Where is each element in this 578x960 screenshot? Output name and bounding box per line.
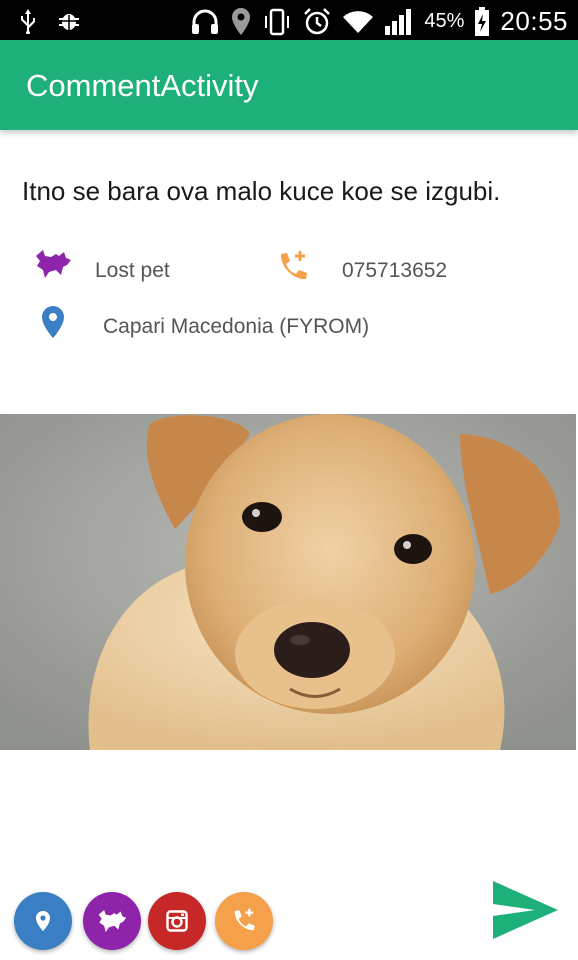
status-bar: 45% 20:55 bbox=[0, 0, 578, 40]
post-text: Itno se bara ova malo kuce koe se izgubi… bbox=[22, 176, 501, 206]
pet-icon bbox=[97, 908, 127, 934]
location-icon bbox=[230, 7, 252, 37]
signal-icon bbox=[384, 8, 414, 36]
category-row bbox=[34, 248, 74, 282]
send-button[interactable] bbox=[490, 878, 564, 944]
vibrate-icon bbox=[262, 7, 292, 37]
usb-icon bbox=[18, 8, 38, 34]
send-icon bbox=[490, 878, 560, 942]
location-row bbox=[41, 305, 65, 339]
phone-number[interactable]: 075713652 bbox=[342, 259, 447, 283]
category-label: Lost pet bbox=[95, 259, 170, 282]
headset-icon bbox=[190, 8, 220, 36]
map-pin-icon bbox=[35, 910, 51, 932]
clock: 20:55 bbox=[500, 6, 568, 36]
phone-add-icon bbox=[231, 908, 257, 934]
alarm-icon bbox=[302, 7, 332, 37]
battery-percent: 45% bbox=[424, 10, 465, 32]
app-bar: CommentActivity bbox=[0, 40, 578, 130]
pet-icon bbox=[34, 248, 74, 282]
instagram-icon bbox=[166, 910, 188, 932]
location-label: Capari Macedonia (FYROM) bbox=[103, 315, 370, 338]
battery-charging-icon bbox=[474, 6, 490, 37]
map-pin-icon bbox=[41, 305, 65, 339]
page-title: CommentActivity bbox=[26, 68, 259, 103]
pet-photo bbox=[0, 414, 576, 750]
android-debug-icon bbox=[56, 9, 82, 33]
phone-fab[interactable] bbox=[215, 892, 273, 950]
phone-add-icon bbox=[276, 250, 310, 284]
location-fab[interactable] bbox=[14, 892, 72, 950]
pet-fab[interactable] bbox=[83, 892, 141, 950]
wifi-icon bbox=[342, 9, 374, 35]
phone-icon-wrap bbox=[276, 250, 310, 284]
instagram-fab[interactable] bbox=[148, 892, 206, 950]
